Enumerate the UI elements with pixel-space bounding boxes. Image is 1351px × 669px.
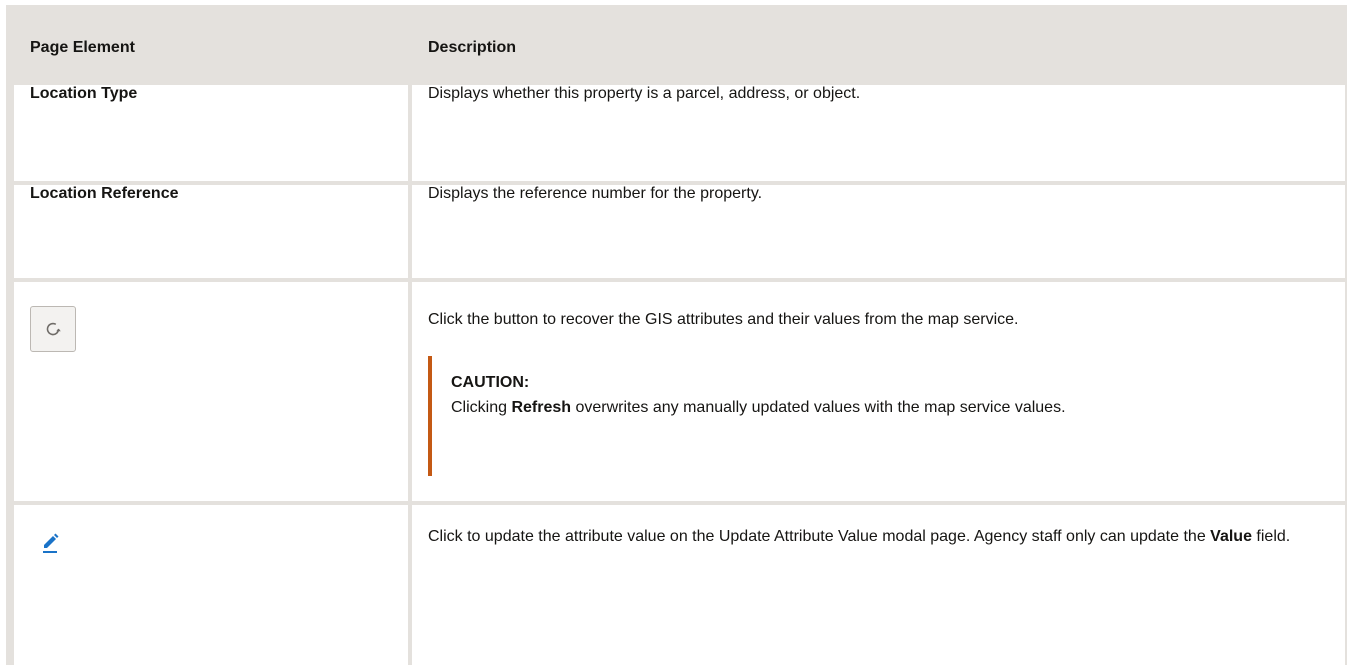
caution-title: CAUTION: bbox=[451, 374, 530, 391]
refresh-description: Click the button to recover the GIS attr… bbox=[428, 311, 1019, 328]
caution-text-post: overwrites any manually updated values w… bbox=[571, 399, 1066, 416]
pencil-icon[interactable] bbox=[40, 532, 62, 559]
caution-note: CAUTION: Clicking Refresh overwrites any… bbox=[428, 356, 1333, 476]
refresh-icon bbox=[46, 322, 61, 336]
edit-description-pre: Click to update the attribute value on t… bbox=[428, 528, 1211, 545]
element-location-type: Location Type bbox=[14, 85, 408, 181]
element-location-reference: Location Reference bbox=[14, 185, 408, 278]
page-element-table: Page Element Description Location Type D… bbox=[10, 10, 1349, 669]
element-edit bbox=[14, 505, 408, 665]
table-row: Location Reference Displays the referenc… bbox=[14, 185, 1345, 278]
table-row: Click the button to recover the GIS attr… bbox=[14, 282, 1345, 501]
description-refresh: Click the button to recover the GIS attr… bbox=[412, 282, 1345, 501]
edit-description: Click to update the attribute value on t… bbox=[428, 525, 1333, 549]
caution-text-pre: Clicking bbox=[451, 399, 512, 416]
description-location-reference: Displays the reference number for the pr… bbox=[412, 185, 1345, 278]
header-description: Description bbox=[412, 14, 1345, 81]
header-page-element: Page Element bbox=[14, 14, 408, 81]
edit-description-post: field. bbox=[1251, 528, 1291, 545]
table-row: Click to update the attribute value on t… bbox=[14, 505, 1345, 665]
refresh-button[interactable] bbox=[30, 306, 76, 352]
description-edit: Click to update the attribute value on t… bbox=[412, 505, 1345, 665]
edit-description-bold: Value bbox=[1210, 528, 1252, 545]
element-refresh bbox=[14, 282, 408, 501]
caution-text-bold: Refresh bbox=[511, 399, 572, 416]
table-row: Location Type Displays whether this prop… bbox=[14, 85, 1345, 181]
caution-text: Clicking Refresh overwrites any manually… bbox=[451, 395, 1333, 420]
table-header-row: Page Element Description bbox=[14, 14, 1345, 81]
description-location-type: Displays whether this property is a parc… bbox=[412, 85, 1345, 181]
